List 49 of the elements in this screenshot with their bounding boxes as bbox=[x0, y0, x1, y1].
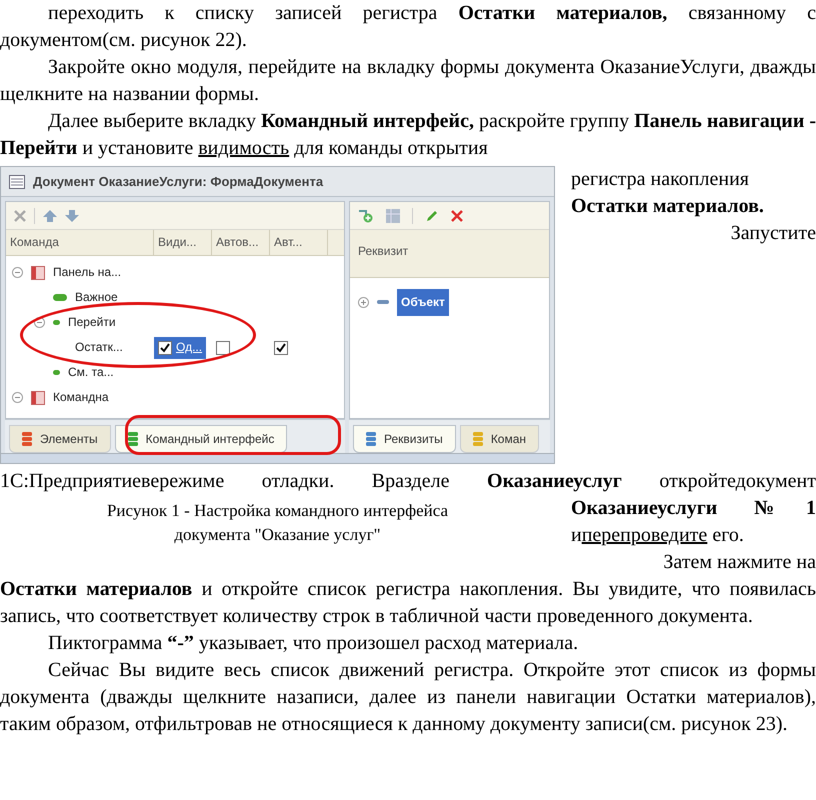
tree-item[interactable]: Панель на... bbox=[53, 259, 122, 286]
body-text: Запустите bbox=[730, 221, 816, 246]
attribute-icon bbox=[377, 300, 389, 304]
close-icon[interactable] bbox=[451, 210, 463, 222]
column-header[interactable]: Автов... bbox=[212, 230, 270, 255]
body-text: Остатки материалов и откройте список регистра накопления. Вы увидите, что появилась запись, что соответствует количеству строк в табличной части проведенного документа. bbox=[0, 577, 816, 629]
column-header[interactable]: Команда bbox=[6, 230, 154, 255]
table-cell[interactable]: Од... bbox=[154, 336, 206, 358]
panel-icon bbox=[31, 390, 45, 404]
add-icon[interactable] bbox=[358, 208, 374, 222]
group-icon bbox=[53, 370, 60, 375]
close-icon[interactable] bbox=[14, 210, 26, 222]
collapse-toggle-icon[interactable] bbox=[12, 392, 23, 403]
tree-item[interactable]: Важное bbox=[75, 284, 118, 311]
tree-item[interactable]: Перейти bbox=[68, 309, 116, 336]
body-text: регистра накопления bbox=[571, 167, 750, 192]
tab[interactable]: Коман bbox=[460, 425, 540, 453]
form-icon bbox=[9, 174, 25, 188]
body-text: Остатки материалов. bbox=[571, 194, 765, 219]
group-icon bbox=[53, 320, 60, 325]
tree-item[interactable]: Командна bbox=[53, 384, 109, 411]
window-title: Документ ОказаниеУслуги: ФормаДокумента bbox=[33, 173, 324, 191]
body-text: 1С:Предприятиевережиме отладки. Вразделе Оказаниеуслуг откройтедокумент bbox=[0, 469, 816, 494]
pencil-icon[interactable] bbox=[425, 208, 439, 222]
body-text: переходить к списку записей регистра Остатки материалов, связанному с документом(см. рисунок 22). bbox=[0, 1, 816, 53]
group-icon bbox=[53, 294, 67, 301]
body-text: Оказаниеуслуги №1 bbox=[571, 496, 816, 521]
body-text: Затем нажмите на bbox=[662, 550, 816, 575]
column-header[interactable]: Авт... bbox=[270, 230, 328, 255]
checkbox[interactable] bbox=[158, 340, 172, 354]
body-text: Закройте окно модуля, перейдите на вкладку формы документа ОказаниеУслуги, дважды щелкните на названии формы. bbox=[0, 55, 816, 107]
body-text: иперепроведите его. bbox=[571, 523, 745, 548]
tab[interactable]: Элементы bbox=[9, 425, 111, 453]
tree-item[interactable]: Объект bbox=[397, 288, 449, 316]
down-arrow-icon[interactable] bbox=[65, 210, 79, 222]
tab[interactable]: Командный интерфейс bbox=[114, 425, 288, 453]
tab[interactable]: Реквизиты bbox=[353, 425, 456, 453]
body-text: Сейчас Вы видите весь список движений регистра. Откройте этот список из формы документа (дважды щелкните назаписи, далее из панели навигации Остатки материалов), таким образом, отфильтровав не относящиеся к данному документу записи(см. рисунок 23). bbox=[0, 658, 816, 737]
checkbox[interactable] bbox=[274, 340, 288, 354]
tree-item[interactable]: Остатк... bbox=[75, 334, 123, 361]
column-header[interactable]: Види... bbox=[154, 230, 212, 255]
panel-icon bbox=[31, 266, 45, 280]
collapse-toggle-icon[interactable] bbox=[12, 267, 23, 278]
expand-toggle-icon[interactable] bbox=[358, 296, 369, 308]
up-arrow-icon[interactable] bbox=[43, 210, 57, 222]
figure-caption: Рисунок 1 - Настройка командного интерфейса документа "Оказание услуг" bbox=[106, 500, 450, 546]
tree-item[interactable]: См. та... bbox=[68, 359, 114, 386]
body-text: Пиктограмма “-” указывает, что произошел расход материала. bbox=[47, 631, 580, 656]
checkbox[interactable] bbox=[216, 340, 230, 354]
